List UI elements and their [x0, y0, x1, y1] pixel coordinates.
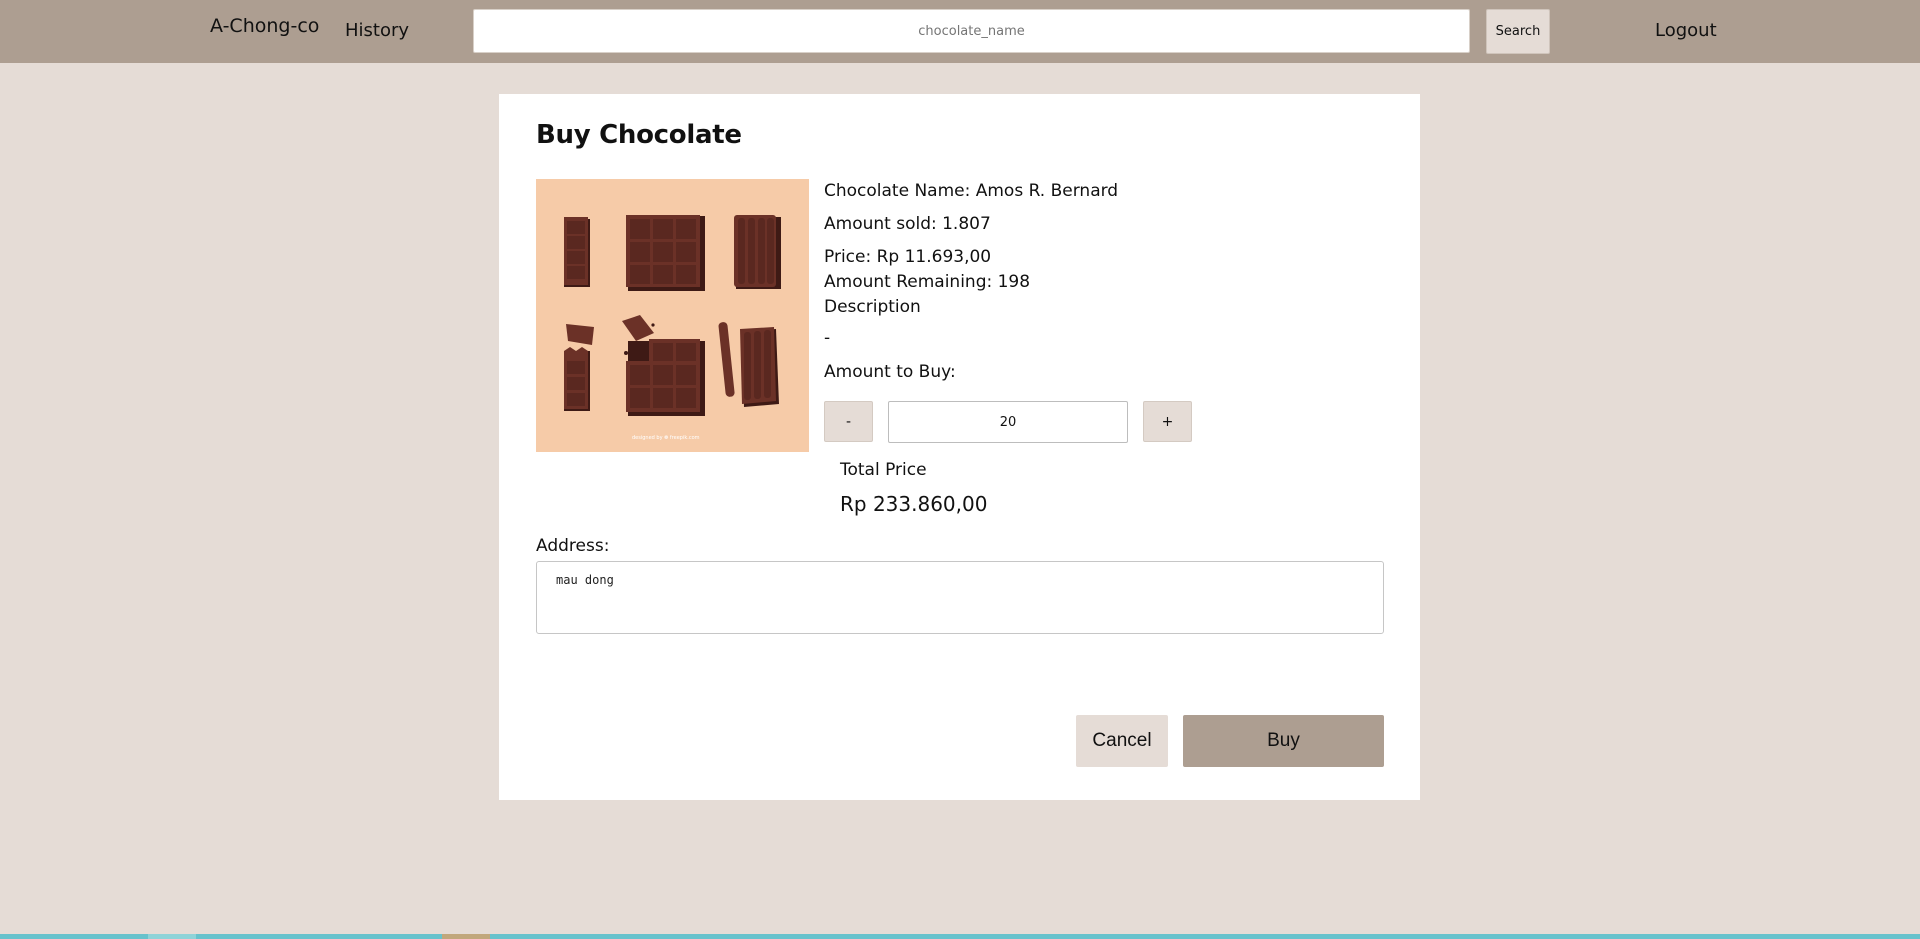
cancel-button[interactable]: Cancel [1076, 715, 1168, 767]
search-button[interactable]: Search [1486, 9, 1550, 54]
total-price-value: Rp 233.860,00 [840, 492, 988, 516]
bottom-taskbar-strip [0, 934, 1920, 939]
top-navbar: A-Chong-co History Search Logout [0, 0, 1920, 63]
taskbar-segment [442, 934, 490, 939]
chocolate-bars-illustration [536, 179, 809, 452]
product-image: designed by ❁ freepik.com [536, 179, 809, 452]
chocolate-name: Chocolate Name: Amos R. Bernard [824, 181, 1119, 201]
page-title: Buy Chocolate [536, 120, 742, 150]
description-label: Description [824, 297, 921, 317]
amount-sold: Amount sold: 1.807 [824, 214, 991, 234]
price: Price: Rp 11.693,00 [824, 247, 992, 267]
image-credit: designed by ❁ freepik.com [632, 435, 700, 441]
logout-link[interactable]: Logout [1655, 20, 1717, 41]
total-price-label: Total Price [840, 460, 927, 480]
amount-remaining: Amount Remaining: 198 [824, 272, 1031, 292]
increment-button[interactable]: + [1143, 401, 1192, 442]
decrement-button[interactable]: - [824, 401, 873, 442]
buy-chocolate-card: Buy Chocolate designed by ❁ freepik.com … [499, 94, 1420, 800]
description-value: - [824, 328, 831, 348]
search-input[interactable] [473, 9, 1470, 53]
brand-logo[interactable]: A-Chong-co [210, 15, 319, 37]
buy-button[interactable]: Buy [1183, 715, 1384, 767]
address-label: Address: [536, 536, 610, 556]
amount-to-buy-label: Amount to Buy: [824, 362, 956, 382]
quantity-input[interactable] [888, 401, 1128, 443]
address-field[interactable]: mau dong [536, 561, 1384, 634]
history-link[interactable]: History [345, 20, 409, 41]
taskbar-segment [148, 934, 196, 939]
